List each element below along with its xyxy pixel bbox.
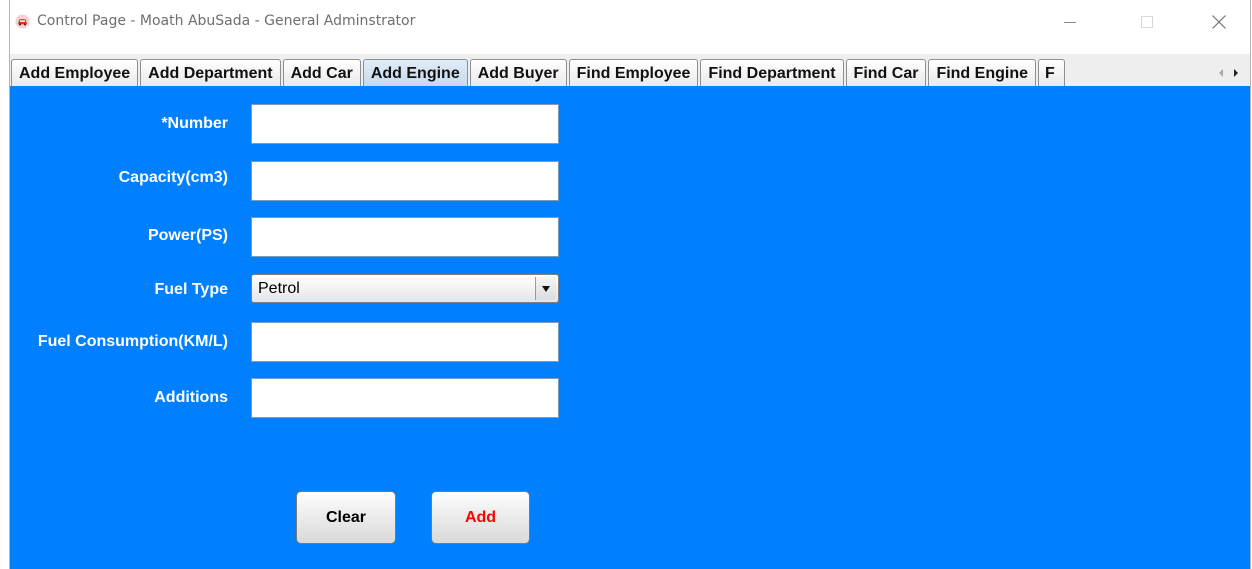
tab-strip: Add Employee Add Department Add Car Add … <box>10 54 1250 86</box>
add-button[interactable]: Add <box>431 491 530 544</box>
tab-truncated[interactable]: F <box>1037 59 1065 86</box>
maximize-icon <box>1141 16 1153 28</box>
fuel-type-value: Petrol <box>258 280 300 297</box>
minimize-button[interactable] <box>1047 0 1093 44</box>
title-bar[interactable]: Control Page - Moath AbuSada - General A… <box>10 0 1250 44</box>
window-title: Control Page - Moath AbuSada - General A… <box>37 13 416 29</box>
additions-label: Additions <box>154 389 228 406</box>
capacity-input[interactable] <box>251 161 559 201</box>
close-icon <box>1212 15 1226 29</box>
fuel-consumption-label: Fuel Consumption(KM/L) <box>37 333 228 350</box>
fuel-type-label: Fuel Type <box>154 281 229 298</box>
maximize-button[interactable] <box>1124 0 1170 44</box>
tab-list: Add Employee Add Department Add Car Add … <box>11 56 1067 86</box>
tab-add-department[interactable]: Add Department <box>140 59 281 86</box>
tab-find-employee[interactable]: Find Employee <box>568 59 699 86</box>
additions-input[interactable] <box>251 378 559 418</box>
minimize-icon <box>1064 22 1076 23</box>
scroll-right-arrow-icon[interactable] <box>1234 69 1238 77</box>
close-button[interactable] <box>1196 0 1242 44</box>
tab-add-car[interactable]: Add Car <box>282 59 361 86</box>
scroll-left-arrow-icon[interactable] <box>1219 69 1223 77</box>
clear-button[interactable]: Clear <box>296 491 396 544</box>
dropdown-arrow-icon[interactable] <box>535 277 556 300</box>
tab-add-buyer[interactable]: Add Buyer <box>469 59 567 86</box>
tab-add-employee[interactable]: Add Employee <box>11 59 139 86</box>
number-label: *Number <box>161 115 228 132</box>
tab-scroll-arrows <box>1210 66 1250 82</box>
capacity-label: Capacity(cm3) <box>118 169 228 186</box>
fuel-consumption-input[interactable] <box>251 322 559 362</box>
add-engine-panel: *Number Capacity(cm3) Power(PS) Fuel Typ… <box>10 86 1250 569</box>
car-app-icon <box>15 14 30 29</box>
tab-find-car[interactable]: Find Car <box>845 59 927 86</box>
power-input[interactable] <box>251 217 559 257</box>
tab-find-department[interactable]: Find Department <box>700 59 844 86</box>
fuel-type-select[interactable]: Petrol <box>251 274 559 303</box>
power-label: Power(PS) <box>147 227 228 244</box>
tab-add-engine[interactable]: Add Engine <box>362 59 468 86</box>
number-input[interactable] <box>251 104 559 144</box>
app-window: Control Page - Moath AbuSada - General A… <box>9 0 1251 569</box>
tab-find-engine[interactable]: Find Engine <box>928 59 1036 86</box>
